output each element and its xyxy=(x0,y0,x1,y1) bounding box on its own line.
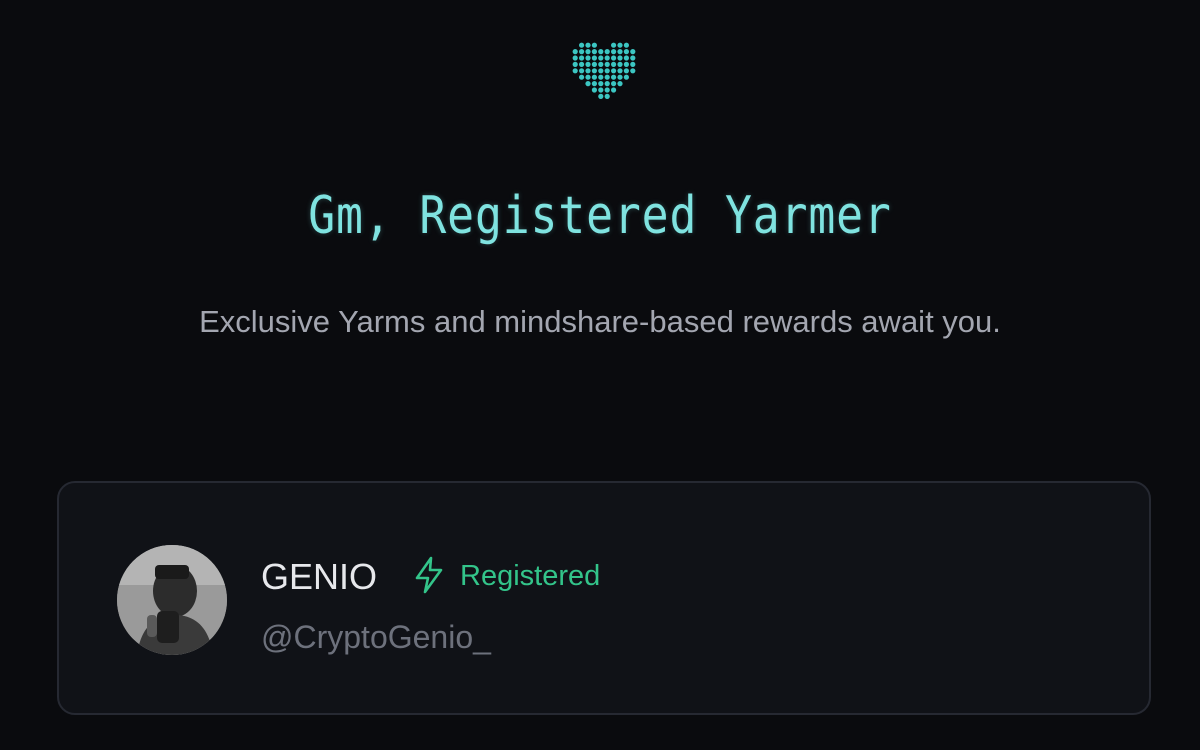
page-subtitle: Exclusive Yarms and mindshare-based rewa… xyxy=(199,304,1001,339)
pixel-heart-icon xyxy=(572,42,636,106)
status-badge: Registered xyxy=(460,560,601,592)
user-handle[interactable]: @CryptoGenio_ xyxy=(261,617,491,657)
profile-card: GENIO Registered @CryptoGenio_ xyxy=(57,481,1151,715)
avatar[interactable] xyxy=(117,545,227,655)
page-title: Gm, Registered Yarmer xyxy=(308,186,892,246)
user-name: GENIO xyxy=(261,556,378,597)
lightning-bolt-icon xyxy=(411,555,447,595)
